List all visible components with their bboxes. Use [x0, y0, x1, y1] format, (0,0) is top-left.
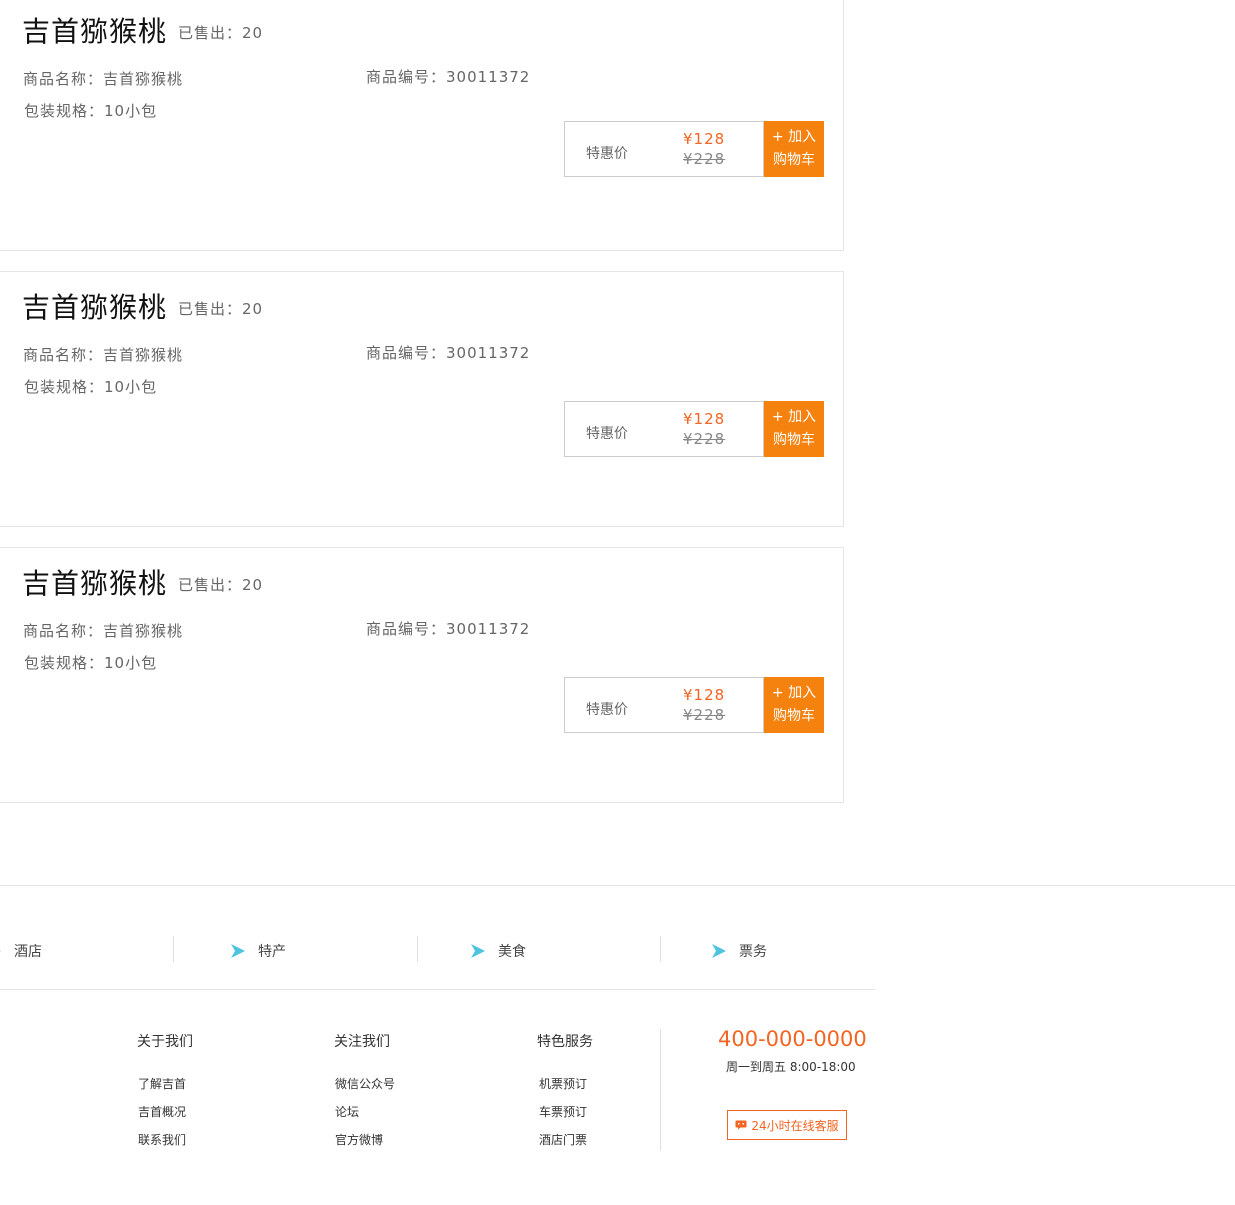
product-card: 吉首猕猴桃 已售出：20 商品名称：吉首猕猴桃 商品编号：30011372 包装… [0, 547, 844, 803]
category-label: 美食 [498, 944, 526, 960]
footer-link[interactable]: 官方微博 [335, 1131, 383, 1148]
add-to-cart-button[interactable]: + 加入 购物车 [764, 401, 824, 457]
product-code: 商品编号：30011372 [366, 344, 531, 362]
cart-button-line1: + 加入 [771, 685, 817, 701]
category-label: 酒店 [14, 944, 42, 960]
footer-link[interactable]: 微信公众号 [335, 1075, 395, 1092]
footer-heading-services: 特色服务 [537, 1034, 593, 1050]
product-card: 吉首猕猴桃 已售出：20 商品名称：吉首猕猴桃 商品编号：30011372 包装… [0, 0, 844, 251]
price-box: 特惠价 ¥128 ¥228 [564, 677, 764, 733]
add-to-cart-button[interactable]: + 加入 购物车 [764, 121, 824, 177]
category-link-hotel[interactable]: 酒店 [0, 938, 42, 964]
divider [660, 1029, 661, 1151]
product-code: 商品编号：30011372 [366, 68, 531, 86]
product-title: 吉首猕猴桃 [22, 15, 168, 48]
footer-link[interactable]: 车票预订 [539, 1103, 587, 1120]
product-spec: 包装规格：10小包 [24, 654, 158, 672]
product-name: 商品名称：吉首猕猴桃 [23, 622, 184, 640]
arrow-icon [471, 944, 485, 958]
product-title: 吉首猕猴桃 [22, 291, 168, 324]
product-name: 商品名称：吉首猕猴桃 [23, 70, 184, 88]
sold-count: 已售出：20 [178, 24, 264, 42]
category-link-food[interactable]: 美食 [470, 938, 526, 964]
service-hours: 周一到周五 8:00-18:00 [726, 1060, 856, 1074]
product-spec: 包装规格：10小包 [24, 378, 158, 396]
footer-link[interactable]: 了解吉首 [138, 1075, 186, 1092]
price-original: ¥228 [683, 706, 726, 724]
arrow-icon [0, 950, 1, 952]
arrow-icon [712, 944, 726, 958]
category-link-specialty[interactable]: 特产 [230, 938, 286, 964]
service-label: 24小时在线客服 [751, 1118, 839, 1133]
price-original: ¥228 [683, 430, 726, 448]
footer-heading-follow: 关注我们 [334, 1034, 390, 1050]
cart-button-line2: 购物车 [773, 708, 815, 724]
price-box: 特惠价 ¥128 ¥228 [564, 121, 764, 177]
category-label: 特产 [258, 944, 286, 960]
footer-link[interactable]: 吉首概况 [138, 1103, 186, 1120]
footer-link[interactable]: 酒店门票 [539, 1131, 587, 1148]
footer-link[interactable]: 机票预订 [539, 1075, 587, 1092]
arrow-icon [231, 944, 245, 958]
product-card: 吉首猕猴桃 已售出：20 商品名称：吉首猕猴桃 商品编号：30011372 包装… [0, 271, 844, 527]
product-title: 吉首猕猴桃 [22, 567, 168, 600]
product-spec: 包装规格：10小包 [24, 102, 158, 120]
price-current: ¥128 [683, 686, 726, 704]
price-current: ¥128 [683, 410, 726, 428]
divider [417, 936, 418, 962]
divider [0, 885, 1235, 886]
price-label: 特惠价 [586, 702, 628, 718]
chat-icon [735, 1120, 747, 1130]
category-link-tickets[interactable]: 票务 [711, 938, 767, 964]
product-code: 商品编号：30011372 [366, 620, 531, 638]
price-box: 特惠价 ¥128 ¥228 [564, 401, 764, 457]
price-label: 特惠价 [586, 426, 628, 442]
cart-button-line2: 购物车 [773, 432, 815, 448]
divider [173, 936, 174, 962]
cart-button-line2: 购物车 [773, 152, 815, 168]
cart-button-line1: + 加入 [771, 129, 817, 145]
sold-count: 已售出：20 [178, 300, 264, 318]
footer-link[interactable]: 联系我们 [138, 1131, 186, 1148]
price-original: ¥228 [683, 150, 726, 168]
add-to-cart-button[interactable]: + 加入 购物车 [764, 677, 824, 733]
price-label: 特惠价 [586, 146, 628, 162]
phone-number: 400-000-0000 [718, 1027, 867, 1051]
footer-heading-about: 关于我们 [137, 1034, 193, 1050]
footer-link[interactable]: 论坛 [335, 1103, 359, 1120]
product-name: 商品名称：吉首猕猴桃 [23, 346, 184, 364]
sold-count: 已售出：20 [178, 576, 264, 594]
cart-button-line1: + 加入 [771, 409, 817, 425]
category-label: 票务 [739, 944, 767, 960]
divider [0, 989, 875, 990]
divider [660, 936, 661, 962]
price-current: ¥128 [683, 130, 726, 148]
online-service-button[interactable]: 24小时在线客服 [727, 1110, 847, 1140]
